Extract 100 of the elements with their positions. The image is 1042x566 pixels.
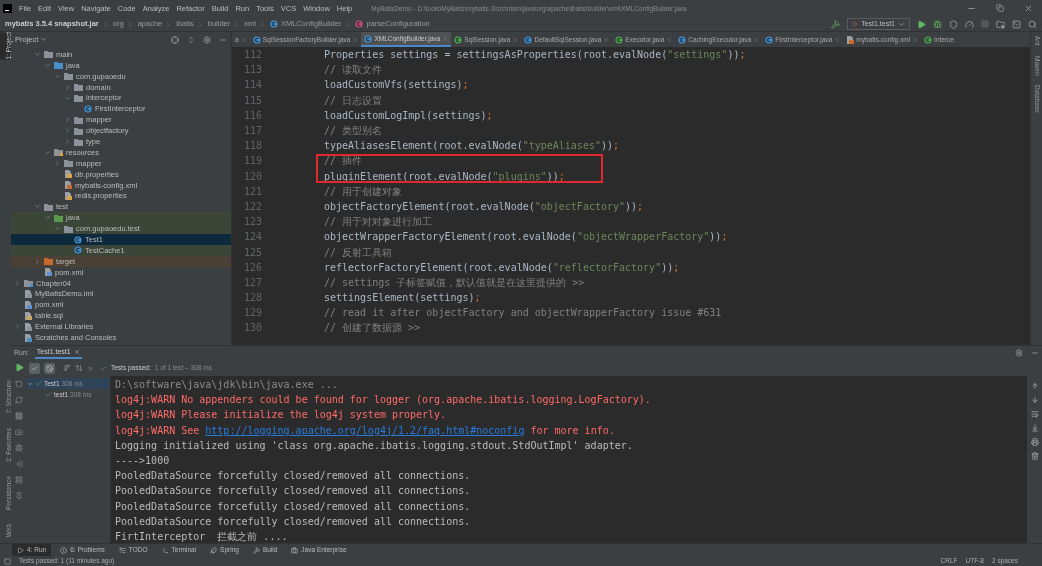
- build-icon[interactable]: [831, 19, 841, 29]
- separator-icon: [258, 20, 266, 28]
- file-icon: [24, 333, 32, 342]
- expand-icon[interactable]: [27, 380, 33, 387]
- stop-icon[interactable]: [981, 20, 989, 28]
- trash-icon[interactable]: [1030, 452, 1039, 460]
- expand-icon[interactable]: [44, 61, 51, 69]
- import-icon[interactable]: [15, 460, 23, 468]
- console-line: log4j:WARN Please initialize the log4j system properly.: [115, 408, 448, 423]
- close-tab-icon[interactable]: [834, 36, 841, 43]
- console-link[interactable]: http://logging.apache.org/log4j/1.2/faq.html#noconfig: [205, 424, 525, 436]
- close-tab-icon[interactable]: [912, 36, 919, 43]
- code-line: objectFactoryElement(root.evalNode("objectFactory"));: [324, 199, 644, 214]
- separator-icon: [101, 20, 109, 28]
- code-line: loadCustomVfs(settings);: [324, 78, 469, 93]
- print-icon[interactable]: [1030, 438, 1039, 446]
- warning-icon: [60, 546, 68, 554]
- expand-icon[interactable]: [64, 94, 71, 102]
- close-icon[interactable]: [1024, 4, 1033, 13]
- collapse-icon[interactable]: [54, 159, 61, 167]
- up-icon[interactable]: [1030, 382, 1039, 390]
- locate-icon[interactable]: [171, 35, 179, 44]
- class-icon: [454, 35, 463, 44]
- camera-icon[interactable]: [15, 428, 23, 436]
- close-tab-icon[interactable]: [666, 36, 673, 43]
- rerun-icon[interactable]: [14, 363, 24, 372]
- console-line: FirtInterceptor 拦截之前 ....: [115, 529, 289, 543]
- debug-icon[interactable]: [15, 444, 23, 452]
- expand-icon[interactable]: [44, 214, 51, 222]
- more-icon[interactable]: [87, 364, 94, 372]
- code-line: // settings 子标签赋值，默认值就是在这里提供的 >>: [324, 275, 585, 290]
- code-line: settingsElement(settings);: [324, 291, 481, 306]
- list-icon: [118, 546, 126, 554]
- toggle-auto-test-icon[interactable]: [15, 396, 23, 404]
- collapse-all-icon[interactable]: [187, 35, 195, 44]
- collapse-icon[interactable]: [64, 138, 71, 146]
- close-tab-icon[interactable]: [352, 36, 359, 43]
- class-icon: [678, 35, 687, 44]
- dropdown-icon: [40, 36, 48, 43]
- line-number: 120: [242, 169, 262, 184]
- collapse-icon[interactable]: [34, 257, 41, 265]
- collapse-icon[interactable]: [14, 323, 21, 331]
- close-tab-icon[interactable]: [603, 36, 610, 43]
- file-icon: [44, 268, 52, 277]
- wrap-icon[interactable]: [1030, 410, 1039, 418]
- collapse-icon[interactable]: [14, 279, 21, 287]
- expand-icon[interactable]: [34, 50, 41, 58]
- line-number: 117: [242, 124, 262, 139]
- sort-icon[interactable]: [63, 364, 71, 372]
- class-icon: [84, 104, 92, 113]
- class-icon: [269, 20, 278, 28]
- collapse-icon[interactable]: [64, 116, 71, 124]
- console-line: PooledDataSource forcefully closed/removed all connections.: [115, 499, 472, 514]
- code-line: objectWrapperFactoryElement(root.evalNode("objectWrapperFactory"));: [324, 230, 728, 245]
- run-icon[interactable]: [917, 19, 926, 29]
- code-line: // 类型别名: [324, 124, 383, 139]
- code-line: Properties settings = settingsAsProperties(root.evalNode("settings"));: [324, 48, 746, 63]
- line-number: 121: [242, 184, 262, 199]
- class-icon: [615, 35, 624, 44]
- line-number: 112: [242, 48, 262, 63]
- close-tab-icon[interactable]: [753, 36, 760, 43]
- restore-icon[interactable]: [996, 4, 1004, 12]
- expand-icon[interactable]: [34, 203, 41, 211]
- code-line: reflectorFactoryElement(root.evalNode("reflectorFactory"));: [324, 260, 680, 275]
- profile-icon[interactable]: [965, 19, 974, 29]
- show-passed-toggle[interactable]: [29, 362, 40, 374]
- close-tab-icon[interactable]: [240, 36, 247, 43]
- line-number: 114: [242, 78, 262, 93]
- expand-icon[interactable]: [44, 148, 51, 156]
- hide-icon[interactable]: [1031, 349, 1039, 357]
- expand-icon[interactable]: [54, 225, 61, 233]
- rerun-failed-icon[interactable]: [15, 380, 23, 388]
- line-number: 116: [242, 108, 262, 123]
- collapse-icon[interactable]: [64, 127, 71, 135]
- project-structure-icon[interactable]: [996, 19, 1005, 29]
- debug-icon[interactable]: [933, 19, 942, 29]
- scroll-to-end-icon[interactable]: [1030, 424, 1039, 432]
- close-tab-icon[interactable]: [512, 36, 519, 43]
- dropdown-icon: [898, 20, 905, 28]
- expand-icon[interactable]: [54, 72, 61, 80]
- play-icon: [17, 546, 24, 554]
- sort-duration-icon[interactable]: [75, 364, 83, 372]
- settings-icon[interactable]: [203, 35, 211, 44]
- down-icon[interactable]: [1030, 396, 1039, 404]
- file-icon: [24, 322, 32, 331]
- console-line: D:\software\java\jdk\bin\java.exe ...: [115, 378, 339, 392]
- folder-icon: [24, 279, 33, 288]
- terminal-icon[interactable]: [1012, 19, 1021, 29]
- close-tab-icon[interactable]: [73, 349, 80, 355]
- class-icon: [524, 35, 533, 44]
- coverage-icon[interactable]: [949, 19, 958, 29]
- settings-icon[interactable]: [1015, 349, 1023, 357]
- pin-icon[interactable]: [15, 492, 23, 500]
- code-line: // read it after objectFactory and objectWrapperFactory issue #631: [324, 306, 722, 321]
- search-icon[interactable]: [1028, 19, 1037, 29]
- file-icon: [846, 35, 855, 44]
- passed-icon: [100, 364, 107, 372]
- show-ignored-toggle[interactable]: [44, 362, 55, 374]
- stop-icon[interactable]: [15, 412, 23, 420]
- collapse-icon[interactable]: [64, 83, 71, 91]
